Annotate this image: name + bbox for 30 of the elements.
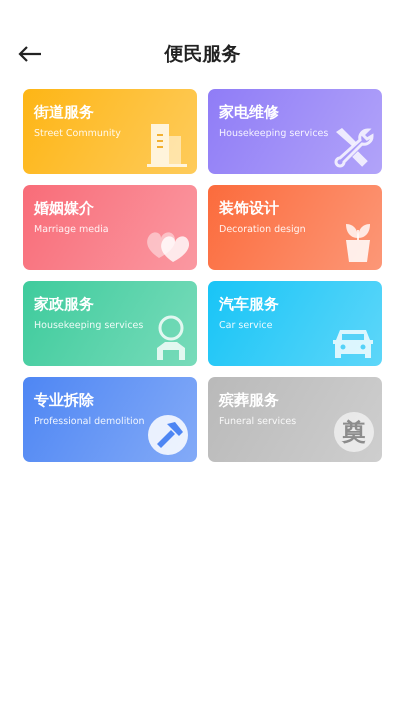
building-icon [145,122,189,168]
service-subtitle: Decoration design [219,224,306,235]
service-card[interactable]: 家电维修 Housekeeping services [208,89,382,174]
service-title: 汽车服务 [219,295,279,314]
service-card[interactable]: 汽车服务 Car service [208,281,382,366]
service-subtitle: Housekeeping services [34,320,144,331]
service-subtitle: Funeral services [219,416,296,427]
service-title: 家电维修 [219,103,279,122]
service-subtitle: Car service [219,320,272,331]
service-title: 婚姻媒介 [34,199,94,218]
service-title: 专业拆除 [34,391,94,410]
service-title: 家政服务 [34,295,94,314]
service-card[interactable]: 家政服务 Housekeeping services [23,281,197,366]
service-card[interactable]: 殡葬服务 Funeral services 奠 [208,377,382,462]
service-subtitle: Housekeeping services [219,128,328,139]
service-card[interactable]: 装饰设计 Decoration design [208,185,382,270]
service-title: 装饰设计 [219,199,279,218]
page-title: 便民服务 [164,42,240,67]
hammer-icon [147,414,189,456]
service-card[interactable]: 婚姻媒介 Marriage media [23,185,197,270]
service-title: 殡葬服务 [219,391,279,410]
funeral-badge: 奠 [334,412,374,452]
back-arrow-icon [18,46,42,62]
service-card[interactable]: 专业拆除 Professional demolition [23,377,197,462]
service-card[interactable]: 街道服务 Street Community [23,89,197,174]
service-title: 街道服务 [34,103,94,122]
service-subtitle: Marriage media [34,224,109,235]
tools-icon [332,126,374,168]
service-subtitle: Street Community [34,128,121,139]
service-subtitle: Professional demolition [34,416,145,427]
